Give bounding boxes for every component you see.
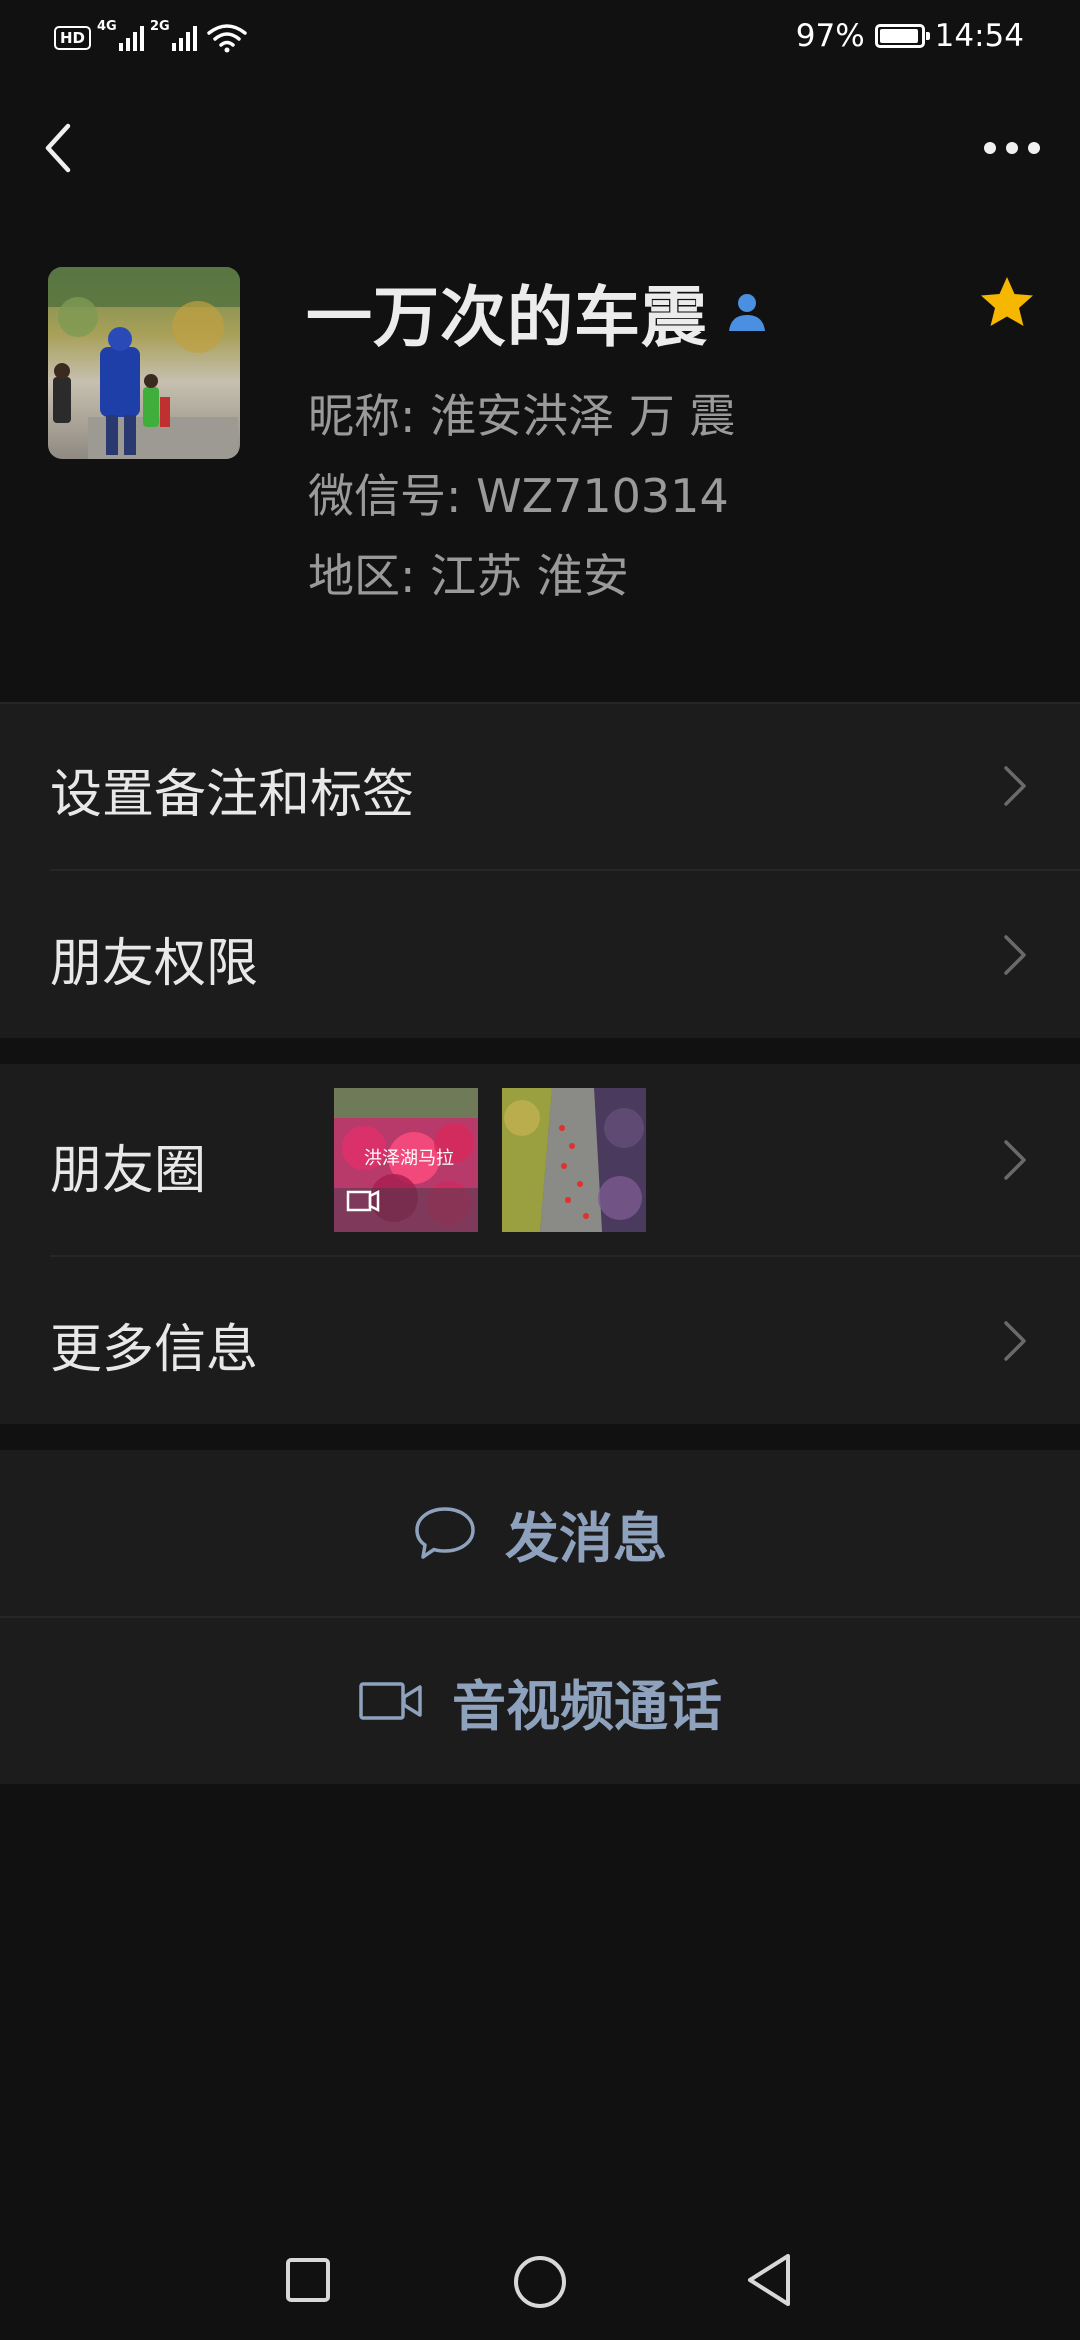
home-icon[interactable] <box>512 2254 568 2310</box>
actions-section: 发消息 音视频通话 <box>0 1450 1080 1784</box>
moment-thumb-caption: 洪泽湖马拉 <box>364 1148 454 1169</box>
signal-4g-label: 4G <box>97 19 117 34</box>
video-call-button[interactable]: 音视频通话 <box>0 1618 1080 1784</box>
video-call-label: 音视频通话 <box>452 1674 722 1738</box>
more-info-label: 更多信息 <box>50 1320 259 1380</box>
clock: 14:54 <box>934 18 1024 54</box>
back-icon[interactable] <box>38 118 82 178</box>
moments-label: 朋友圈 <box>50 1141 207 1201</box>
wifi-icon <box>207 24 247 53</box>
send-message-label: 发消息 <box>505 1506 667 1570</box>
star-icon[interactable] <box>978 274 1036 332</box>
region-line: 地区: 江苏 淮安 <box>308 549 629 603</box>
hd-badge: HD <box>54 26 92 50</box>
nickname-line: 昵称: 淮安洪泽 万 震 <box>308 389 736 443</box>
more-options-icon[interactable] <box>980 128 1044 168</box>
permissions-label: 朋友权限 <box>50 934 259 994</box>
settings-section: 设置备注和标签 朋友权限 <box>0 702 1080 1038</box>
chevron-right-icon <box>1004 766 1026 806</box>
status-left: HD 4G 2G <box>54 18 247 58</box>
back-nav-icon[interactable] <box>744 2252 796 2308</box>
moment-thumb[interactable] <box>502 1088 646 1232</box>
signal-2g-label: 2G <box>150 19 170 34</box>
chevron-right-icon <box>1004 935 1026 975</box>
status-bar: HD 4G 2G 97% 14:54 <box>0 0 1080 72</box>
wechat-id-line: 微信号: WZ710314 <box>308 469 729 523</box>
battery-icon <box>874 24 930 48</box>
contact-badge-icon <box>729 294 765 331</box>
moments-section: 朋友圈 洪泽湖马拉 更多信息 <box>0 1064 1080 1424</box>
moments-row[interactable]: 朋友圈 洪泽湖马拉 <box>0 1064 1080 1256</box>
video-camera-icon <box>359 1682 422 1720</box>
avatar[interactable] <box>48 267 240 459</box>
more-info-row[interactable]: 更多信息 <box>0 1257 1080 1424</box>
send-message-button[interactable]: 发消息 <box>0 1450 1080 1616</box>
status-right: 97% 14:54 <box>796 14 1024 58</box>
signal-4g-icon: 4G <box>97 19 145 51</box>
remark-row[interactable]: 设置备注和标签 <box>0 702 1080 870</box>
permissions-row[interactable]: 朋友权限 <box>0 871 1080 1038</box>
recents-icon[interactable] <box>284 2256 332 2304</box>
name-row: 一万次的车震 <box>306 272 770 356</box>
speech-bubble-icon <box>415 1507 475 1559</box>
chevron-right-icon <box>1004 1140 1026 1180</box>
chevron-right-icon <box>1004 1321 1026 1361</box>
display-name: 一万次的车震 <box>306 279 708 356</box>
system-nav-bar <box>0 2220 1080 2340</box>
moment-thumb[interactable]: 洪泽湖马拉 <box>334 1088 478 1232</box>
battery-percent: 97% <box>795 18 865 54</box>
remark-label: 设置备注和标签 <box>50 765 415 825</box>
signal-2g-icon: 2G <box>150 19 198 51</box>
